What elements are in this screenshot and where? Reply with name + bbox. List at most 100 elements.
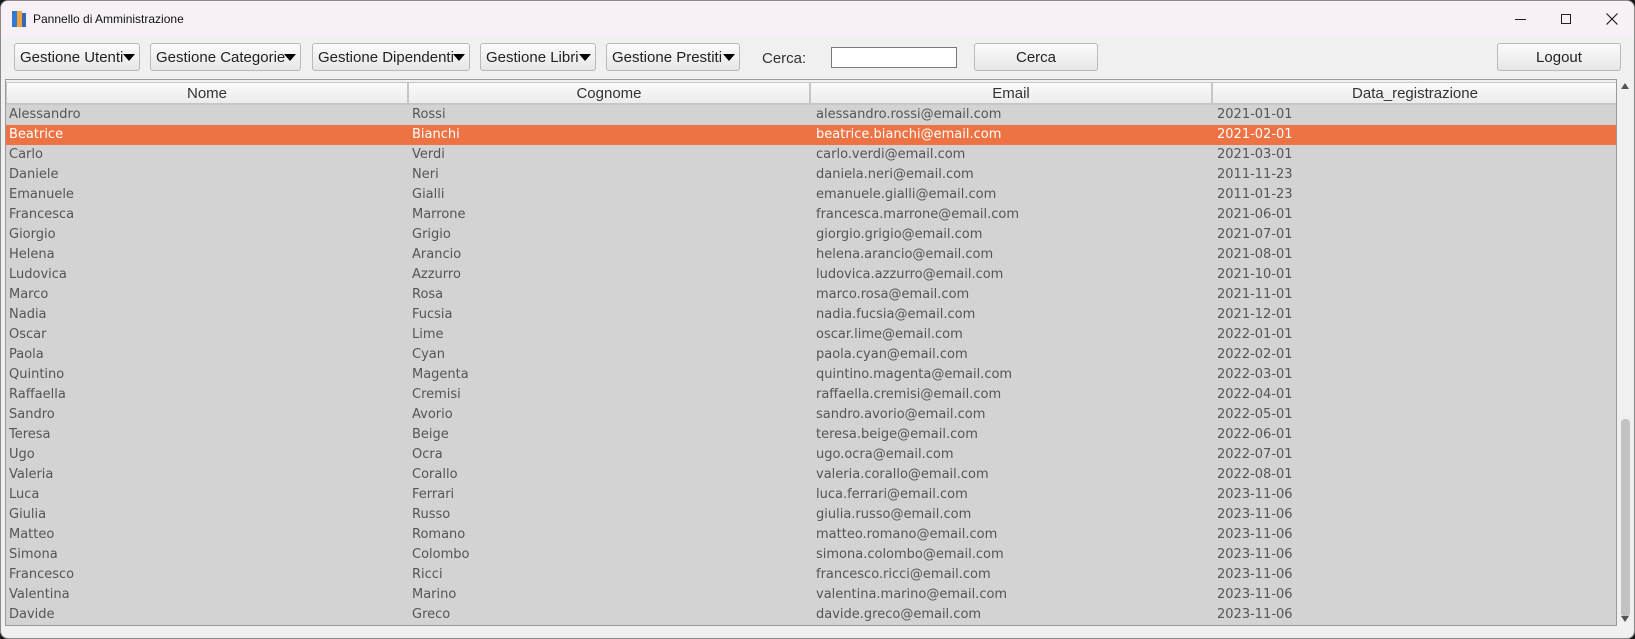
- scroll-up-icon[interactable]: [1621, 83, 1629, 89]
- table-row[interactable]: Luca Ferrari luca.ferrari@email.com 2023-11…: [6, 485, 1616, 505]
- table-cell: Azzurro: [412, 267, 461, 282]
- vertical-scrollbar[interactable]: [1618, 79, 1632, 626]
- table-cell: Helena: [9, 247, 55, 262]
- table-row[interactable]: Alessandro Rossi alessandro.rossi@email.co…: [6, 105, 1616, 125]
- table-cell: 2022-02-01: [1217, 347, 1293, 362]
- table-row[interactable]: Valentina Marino valentina.marino@email.co…: [6, 585, 1616, 605]
- table-row[interactable]: Giorgio Grigio giorgio.grigio@email.com 202…: [6, 225, 1616, 245]
- table-row[interactable]: Marco Rosa marco.rosa@email.com 2021-11-01: [6, 285, 1616, 305]
- search-button[interactable]: Cerca: [974, 43, 1098, 71]
- table-cell: Daniele: [9, 167, 59, 182]
- table-cell: 2023-11-06: [1217, 547, 1293, 562]
- minimize-icon: [1514, 18, 1526, 20]
- table-cell: giulia.russo@email.com: [816, 507, 972, 522]
- table-row[interactable]: Oscar Lime oscar.lime@email.com 2022-01-01: [6, 325, 1616, 345]
- table-cell: 2022-06-01: [1217, 427, 1293, 442]
- table-cell: 2021-12-01: [1217, 307, 1293, 322]
- table-row[interactable]: Daniele Neri daniela.neri@email.com 2011-11…: [6, 165, 1616, 185]
- table-row[interactable]: Nadia Fucsia nadia.fucsia@email.com 2021-12…: [6, 305, 1616, 325]
- table-cell: 2021-02-01: [1217, 127, 1293, 142]
- table-cell: 2021-07-01: [1217, 227, 1293, 242]
- table-cell: 2011-01-23: [1217, 187, 1293, 202]
- menu-gestione-libri[interactable]: Gestione Libri: [480, 43, 596, 71]
- search-input[interactable]: [831, 47, 957, 68]
- scrollbar-thumb[interactable]: [1621, 419, 1630, 617]
- table-cell: Marrone: [412, 207, 466, 222]
- table-cell: 2022-03-01: [1217, 367, 1293, 382]
- table-row[interactable]: Helena Arancio helena.arancio@email.com 202…: [6, 245, 1616, 265]
- table-cell: Rosa: [412, 287, 444, 302]
- menu-label: Gestione Prestiti: [612, 48, 723, 66]
- table-cell: emanuele.gialli@email.com: [816, 187, 997, 202]
- table-cell: Gialli: [412, 187, 445, 202]
- table-row[interactable]: Ugo Ocra ugo.ocra@email.com 2022-07-01: [6, 445, 1616, 465]
- menu-gestione-prestiti[interactable]: Gestione Prestiti: [606, 43, 740, 71]
- table-row[interactable]: Francesca Marrone francesca.marrone@email.…: [6, 205, 1616, 225]
- search-label: Cerca:: [762, 50, 807, 67]
- table-cell: Simona: [9, 547, 58, 562]
- table-cell: 2023-11-06: [1217, 527, 1293, 542]
- table-cell: Colombo: [412, 547, 470, 562]
- table-cell: Sandro: [9, 407, 55, 422]
- table-cell: Teresa: [9, 427, 51, 442]
- table-cell: francesca.marrone@email.com: [816, 207, 1020, 222]
- table-cell: Alessandro: [9, 107, 81, 122]
- table-row[interactable]: Paola Cyan paola.cyan@email.com 2022-02-01: [6, 345, 1616, 365]
- table-cell: daniela.neri@email.com: [816, 167, 974, 182]
- table-row[interactable]: Ludovica Azzurro ludovica.azzurro@email.co…: [6, 265, 1616, 285]
- table-row[interactable]: Raffaella Cremisi raffaella.cremisi@email.…: [6, 385, 1616, 405]
- table-row[interactable]: Giulia Russo giulia.russo@email.com 2023-11…: [6, 505, 1616, 525]
- menu-label: Gestione Dipendenti: [318, 48, 454, 66]
- table-cell: Bianchi: [412, 127, 460, 142]
- table-row[interactable]: Simona Colombo simona.colombo@email.com 202…: [6, 545, 1616, 565]
- table-cell: 2022-08-01: [1217, 467, 1293, 482]
- table-row[interactable]: Carlo Verdi carlo.verdi@email.com 2021-03-0…: [6, 145, 1616, 165]
- table-row[interactable]: Matteo Romano matteo.romano@email.com 2023-…: [6, 525, 1616, 545]
- table-cell: beatrice.bianchi@email.com: [816, 127, 1002, 142]
- table-cell: Luca: [9, 487, 40, 502]
- table-row[interactable]: Davide Greco davide.greco@email.com 2023-11…: [6, 605, 1616, 625]
- column-header-cognome[interactable]: Cognome: [408, 82, 810, 104]
- table-cell: Beatrice: [9, 127, 64, 142]
- table-row[interactable]: Teresa Beige teresa.beige@email.com 2022-06…: [6, 425, 1616, 445]
- table-cell: Romano: [412, 527, 466, 542]
- table-cell: Corallo: [412, 467, 458, 482]
- users-table[interactable]: Nome Cognome Email Data_registrazione Al…: [5, 79, 1617, 626]
- books-icon: [12, 11, 26, 27]
- column-header-data-registrazione[interactable]: Data_registrazione: [1212, 82, 1616, 104]
- title-bar: Pannello di Amministrazione: [1, 1, 1634, 37]
- table-cell: sandro.avorio@email.com: [816, 407, 986, 422]
- menu-gestione-categorie[interactable]: Gestione Categorie: [150, 43, 301, 71]
- table-cell: Carlo: [9, 147, 43, 162]
- menu-gestione-dipendenti[interactable]: Gestione Dipendenti: [312, 43, 470, 71]
- table-cell: paola.cyan@email.com: [816, 347, 968, 362]
- toolbar: Gestione Utenti Gestione Categorie Gesti…: [1, 37, 1634, 77]
- table-cell: Grigio: [412, 227, 451, 242]
- logout-button[interactable]: Logout: [1497, 43, 1621, 71]
- column-header-nome[interactable]: Nome: [6, 82, 408, 104]
- table-cell: nadia.fucsia@email.com: [816, 307, 976, 322]
- maximize-button[interactable]: [1543, 1, 1589, 37]
- table-cell: marco.rosa@email.com: [816, 287, 970, 302]
- table-cell: 2021-11-01: [1217, 287, 1293, 302]
- table-row[interactable]: Emanuele Gialli emanuele.gialli@email.com 2…: [6, 185, 1616, 205]
- table-cell: Ugo: [9, 447, 35, 462]
- table-cell: Beige: [412, 427, 449, 442]
- table-row-selected[interactable]: Beatrice Bianchi beatrice.bianchi@email.co…: [6, 125, 1616, 145]
- table-cell: 2021-06-01: [1217, 207, 1293, 222]
- table-cell: 2023-11-06: [1217, 487, 1293, 502]
- table-header: Nome Cognome Email Data_registrazione: [6, 80, 1616, 105]
- table-cell: Davide: [9, 607, 55, 622]
- scroll-down-icon[interactable]: [1621, 616, 1629, 622]
- column-header-email[interactable]: Email: [810, 82, 1212, 104]
- table-row[interactable]: Francesco Ricci francesco.ricci@email.com 2…: [6, 565, 1616, 585]
- table-cell: oscar.lime@email.com: [816, 327, 963, 342]
- table-row[interactable]: Quintino Magenta quintino.magenta@email.co…: [6, 365, 1616, 385]
- close-button[interactable]: [1589, 1, 1634, 37]
- menu-gestione-utenti[interactable]: Gestione Utenti: [14, 43, 140, 71]
- table-row[interactable]: Valeria Corallo valeria.corallo@email.com 2…: [6, 465, 1616, 485]
- table-cell: Giorgio: [9, 227, 56, 242]
- minimize-button[interactable]: [1497, 1, 1543, 37]
- close-icon: [1606, 13, 1618, 25]
- table-row[interactable]: Sandro Avorio sandro.avorio@email.com 2022-…: [6, 405, 1616, 425]
